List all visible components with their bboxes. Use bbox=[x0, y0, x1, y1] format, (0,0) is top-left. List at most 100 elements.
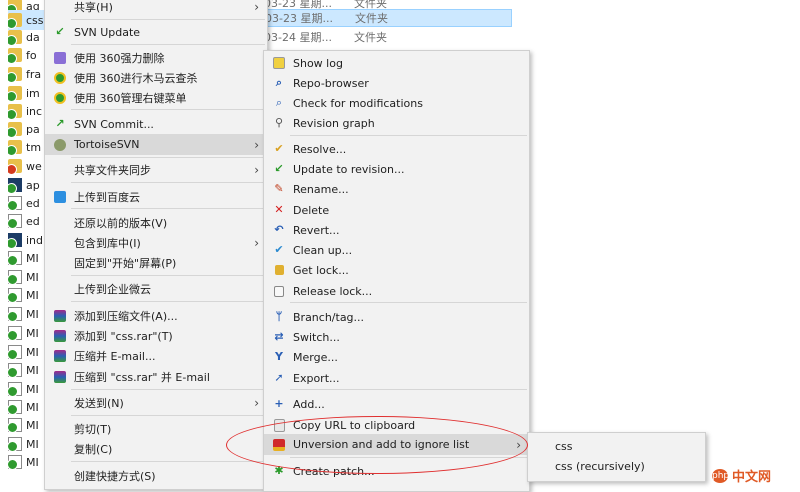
watermark-text: 中文网 bbox=[732, 470, 772, 485]
menu-item-rename[interactable]: ✎ Rename... bbox=[264, 179, 529, 199]
menu-item-ignore-css-recursive[interactable]: css (recursively) bbox=[528, 456, 705, 476]
file-row[interactable]: MI bbox=[8, 397, 48, 417]
menu-item-send-to[interactable]: 发送到(N) › bbox=[45, 393, 267, 413]
show-log-icon bbox=[272, 56, 286, 70]
ignore-submenu: css css (recursively) bbox=[527, 432, 706, 482]
lock-icon bbox=[272, 263, 286, 277]
menu-item-create-shortcut[interactable]: 创建快捷方式(S) bbox=[45, 466, 267, 486]
menu-separator bbox=[71, 109, 265, 110]
menu-separator bbox=[71, 44, 265, 45]
ps-file-icon bbox=[8, 233, 22, 249]
menu-item-pin-start[interactable]: 固定到"开始"屏幕(P) bbox=[45, 253, 267, 273]
menu-item-release-lock[interactable]: Release lock... bbox=[264, 281, 529, 301]
svn-update-icon: ↙ bbox=[55, 25, 65, 38]
file-row[interactable]: inc bbox=[8, 101, 48, 121]
file-row[interactable]: MI bbox=[8, 434, 48, 454]
file-row[interactable]: MI bbox=[8, 267, 48, 287]
menu-item-restore-version[interactable]: 还原以前的版本(V) bbox=[45, 213, 267, 233]
svn-folder-icon bbox=[8, 140, 22, 156]
menu-separator bbox=[71, 389, 265, 390]
menu-item-360-menu[interactable]: 使用 360管理右键菜单 bbox=[45, 88, 267, 108]
svn-folder-icon bbox=[8, 67, 22, 83]
winrar-icon bbox=[53, 370, 67, 384]
menu-item-include-library[interactable]: 包含到库中(I) › bbox=[45, 233, 267, 253]
menu-item-check-modifications[interactable]: ⌕ Check for modifications bbox=[264, 93, 529, 113]
svn-folder-icon bbox=[8, 48, 22, 64]
file-row[interactable]: ind bbox=[8, 230, 48, 250]
menu-item-show-log[interactable]: Show log bbox=[264, 53, 529, 73]
menu-item-clean-up[interactable]: ✔ Clean up... bbox=[264, 240, 529, 260]
menu-item-get-lock[interactable]: Get lock... bbox=[264, 260, 529, 280]
file-row[interactable]: fra bbox=[8, 64, 48, 84]
check-modifications-icon: ⌕ bbox=[275, 96, 283, 109]
menu-item-svn-update[interactable]: ↙ SVN Update bbox=[45, 22, 267, 42]
menu-item-share-sync[interactable]: 共享文件夹同步 › bbox=[45, 160, 267, 180]
menu-item-repo-browser[interactable]: ⌕ Repo-browser bbox=[264, 73, 529, 93]
file-row[interactable]: MI bbox=[8, 323, 48, 343]
rename-icon: ✎ bbox=[274, 182, 284, 195]
360-delete-icon bbox=[53, 51, 67, 65]
menu-separator bbox=[71, 275, 265, 276]
file-row[interactable]: ed bbox=[8, 193, 48, 213]
file-row[interactable]: MI bbox=[8, 248, 48, 268]
menu-item-branch-tag[interactable]: ᛘ Branch/tag... bbox=[264, 307, 529, 327]
cleanup-icon: ✔ bbox=[274, 243, 284, 256]
repo-browser-icon: ⌕ bbox=[275, 76, 283, 89]
annotation-ellipse bbox=[226, 416, 528, 474]
file-row[interactable]: ed bbox=[8, 211, 48, 231]
svn-folder-icon bbox=[8, 104, 22, 120]
menu-separator bbox=[290, 389, 527, 390]
menu-item-update-revision[interactable]: ↙ Update to revision... bbox=[264, 159, 529, 179]
360-menu-icon bbox=[53, 91, 67, 105]
file-row[interactable]: MI bbox=[8, 285, 48, 305]
menu-item-weiyun[interactable]: 上传到企业微云 bbox=[45, 279, 267, 299]
file-row[interactable]: MI bbox=[8, 452, 48, 472]
file-row[interactable]: pa bbox=[8, 119, 48, 139]
menu-item-merge[interactable]: Y Merge... bbox=[264, 347, 529, 367]
menu-item-360-scan[interactable]: 使用 360进行木马云查杀 bbox=[45, 68, 267, 88]
detail-row-selected[interactable]: 03-23 星期... 文件夹 bbox=[264, 9, 512, 27]
menu-item-ignore-css[interactable]: css bbox=[528, 436, 705, 456]
menu-item-delete[interactable]: ✕ Delete bbox=[264, 200, 529, 220]
svn-folder-icon bbox=[8, 122, 22, 138]
menu-item-revision-graph[interactable]: ⚲ Revision graph bbox=[264, 113, 529, 133]
menu-separator bbox=[71, 208, 265, 209]
menu-item-switch[interactable]: ⇄ Switch... bbox=[264, 327, 529, 347]
file-icon bbox=[8, 400, 22, 415]
file-row[interactable]: im bbox=[8, 83, 48, 103]
file-row[interactable]: MI bbox=[8, 342, 48, 362]
file-row[interactable]: MI bbox=[8, 360, 48, 380]
menu-item-revert[interactable]: ↶ Revert... bbox=[264, 220, 529, 240]
360-scan-icon bbox=[53, 71, 67, 85]
menu-item-tortoisesvn[interactable]: TortoiseSVN › bbox=[45, 134, 267, 155]
menu-separator bbox=[71, 415, 265, 416]
menu-item-add-archive[interactable]: 添加到压缩文件(A)... bbox=[45, 306, 267, 326]
file-row[interactable]: MI bbox=[8, 415, 48, 435]
file-row[interactable]: MI bbox=[8, 304, 48, 324]
file-row[interactable]: fo bbox=[8, 45, 48, 65]
chevron-right-icon: › bbox=[254, 236, 259, 250]
menu-item-export[interactable]: ➚ Export... bbox=[264, 368, 529, 388]
switch-icon: ⇄ bbox=[274, 330, 284, 343]
menu-item-compress-css-email[interactable]: 压缩到 "css.rar" 并 E-mail bbox=[45, 367, 267, 387]
menu-item-add-css-rar[interactable]: 添加到 "css.rar"(T) bbox=[45, 326, 267, 346]
menu-item-resolve[interactable]: ✔ Resolve... bbox=[264, 139, 529, 159]
file-row[interactable]: da bbox=[8, 27, 48, 47]
file-row[interactable]: MI bbox=[8, 379, 48, 399]
file-icon bbox=[8, 455, 22, 470]
file-row[interactable]: we bbox=[8, 156, 48, 176]
menu-item-360-delete[interactable]: 使用 360强力删除 bbox=[45, 48, 267, 68]
resolve-icon: ✔ bbox=[274, 142, 284, 155]
svn-folder-icon bbox=[8, 30, 22, 46]
export-icon: ➚ bbox=[274, 371, 284, 384]
menu-item-share[interactable]: 共享(H) › bbox=[45, 0, 267, 17]
winrar-icon bbox=[53, 329, 67, 343]
menu-item-add[interactable]: + Add... bbox=[264, 394, 529, 414]
menu-item-baidu-cloud[interactable]: 上传到百度云 bbox=[45, 187, 267, 207]
file-row[interactable]: tm bbox=[8, 137, 48, 157]
detail-row[interactable]: 03-24 星期... 文件夹 bbox=[264, 28, 409, 46]
menu-item-compress-email[interactable]: 压缩并 E-mail... bbox=[45, 346, 267, 366]
file-icon bbox=[8, 307, 22, 322]
file-row[interactable]: ap bbox=[8, 175, 48, 195]
menu-item-svn-commit[interactable]: ↗ SVN Commit... bbox=[45, 114, 267, 134]
